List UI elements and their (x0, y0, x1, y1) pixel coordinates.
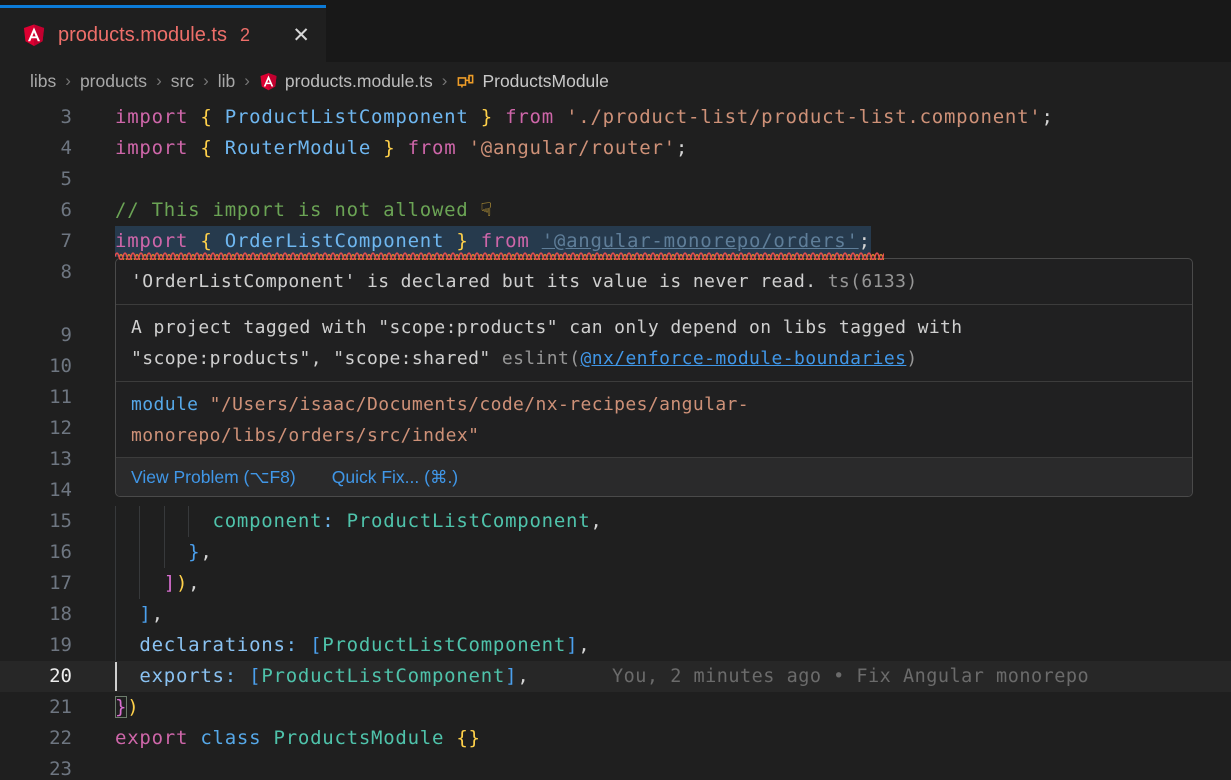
code-text: import { ProductListComponent } from './… (115, 102, 1054, 133)
tab-problem-badge: 2 (240, 25, 250, 46)
breadcrumb-item-src[interactable]: src (171, 71, 194, 92)
breadcrumb-item-products[interactable]: products (80, 71, 147, 92)
code-text: }, (115, 537, 213, 568)
error-squiggle (115, 252, 884, 260)
ts-diagnostic-message: 'OrderListComponent' is declared but its… (131, 271, 816, 292)
line-number-23: 23 (0, 754, 72, 780)
code-line-22[interactable]: export class ProductsModule {} (0, 723, 1231, 754)
code-line-15[interactable]: component: ProductListComponent, (0, 506, 1231, 537)
text-cursor (115, 662, 117, 691)
line-number-10: 10 (0, 351, 72, 382)
breadcrumb-label: src (171, 71, 194, 92)
module-path-line1: "/Users/isaac/Documents/code/nx-recipes/… (198, 394, 749, 415)
line-number-8: 8 (0, 257, 72, 288)
hover-popup: 'OrderListComponent' is declared but its… (115, 258, 1193, 497)
code-line-20[interactable]: exports: [ProductListComponent], You, 2 m… (0, 661, 1231, 692)
breadcrumb-label: lib (218, 71, 236, 92)
breadcrumb-label: products (80, 71, 147, 92)
view-problem-button[interactable]: View Problem (⌥F8) (131, 467, 296, 488)
hover-ts-diagnostic: 'OrderListComponent' is declared but its… (116, 259, 1192, 305)
line-number-7: 7 (0, 226, 72, 257)
code-text: declarations: [ProductListComponent], (115, 630, 590, 661)
git-blame-annotation: You, 2 minutes ago • Fix Angular monorep… (612, 661, 1089, 692)
eslint-message-line2: "scope:products", "scope:shared" (131, 348, 502, 369)
line-number-14: 14 (0, 475, 72, 506)
line-number-13: 13 (0, 444, 72, 475)
angular-icon (22, 23, 46, 47)
code-text: exports: [ProductListComponent], (115, 661, 530, 692)
breadcrumb-label: products.module.ts (285, 71, 433, 92)
eslint-message-line1: A project tagged with "scope:products" c… (131, 317, 963, 338)
code-line-23[interactable] (0, 754, 1231, 780)
code-line-5[interactable] (0, 164, 1231, 195)
code-line-16[interactable]: }, (0, 537, 1231, 568)
code-line-18[interactable]: ], (0, 599, 1231, 630)
tab-close-icon[interactable]: ✕ (292, 25, 310, 46)
angular-icon (259, 72, 278, 91)
code-text: component: ProductListComponent, (115, 506, 603, 537)
line-number-11: 11 (0, 382, 72, 413)
breadcrumb: libs › products › src › lib › products.module.t… (0, 62, 1231, 100)
module-keyword: module (131, 394, 198, 415)
breadcrumb-label: ProductsModule (482, 71, 608, 92)
breadcrumb-separator-icon: › (442, 71, 448, 91)
tab-title: products.module.ts (58, 24, 227, 47)
line-number-22: 22 (0, 723, 72, 754)
quick-fix-button[interactable]: Quick Fix... (⌘.) (332, 467, 458, 488)
breadcrumb-separator-icon: › (65, 71, 71, 91)
code-line-17[interactable]: ]), (0, 568, 1231, 599)
line-number-5: 5 (0, 164, 72, 195)
hover-action-bar: View Problem (⌥F8) Quick Fix... (⌘.) (116, 458, 1192, 496)
line-number-15: 15 (0, 506, 72, 537)
active-tab-indicator (0, 5, 326, 8)
hover-module-info: module "/Users/isaac/Documents/code/nx-r… (116, 382, 1192, 459)
line-number-18: 18 (0, 599, 72, 630)
code-line-6[interactable]: // This import is not allowed ☟ (0, 195, 1231, 226)
tab-products-module[interactable]: products.module.ts 2 ✕ (0, 5, 326, 62)
eslint-source-label: eslint( (502, 348, 581, 369)
breadcrumb-item-products-module-ts[interactable]: products.module.ts (259, 71, 433, 92)
breadcrumb-separator-icon: › (244, 71, 250, 91)
code-text: // This import is not allowed ☟ (115, 195, 493, 226)
code-line-19[interactable]: declarations: [ProductListComponent], (0, 630, 1231, 661)
code-text: ]), (115, 568, 200, 599)
module-path-line2: monorepo/libs/orders/src/index" (131, 425, 479, 446)
code-line-4[interactable]: import { RouterModule } from '@angular/r… (0, 133, 1231, 164)
breadcrumb-label: libs (30, 71, 56, 92)
code-text: import { RouterModule } from '@angular/r… (115, 133, 688, 164)
hover-eslint-diagnostic: A project tagged with "scope:products" c… (116, 305, 1192, 382)
line-number-3: 3 (0, 102, 72, 133)
code-line-3[interactable]: import { ProductListComponent } from './… (0, 102, 1231, 133)
line-number-20: 20 (0, 661, 72, 692)
code-text: ], (115, 599, 164, 630)
breadcrumb-item-productsmodule[interactable]: ProductsModule (456, 71, 608, 92)
breadcrumb-item-lib[interactable]: lib (218, 71, 236, 92)
line-number-4: 4 (0, 133, 72, 164)
breadcrumb-item-libs[interactable]: libs (30, 71, 56, 92)
line-number-17: 17 (0, 568, 72, 599)
code-text: }) (115, 692, 139, 723)
breadcrumb-separator-icon: › (156, 71, 162, 91)
tab-bar: products.module.ts 2 ✕ (0, 0, 1231, 62)
line-number-6: 6 (0, 195, 72, 226)
vscode-window: products.module.ts 2 ✕ libs › products › src… (0, 0, 1231, 780)
line-number-19: 19 (0, 630, 72, 661)
code-line-21[interactable]: }) (0, 692, 1231, 723)
line-number-9: 9 (0, 320, 72, 351)
line-number-16: 16 (0, 537, 72, 568)
line-number-21: 21 (0, 692, 72, 723)
line-number-12: 12 (0, 413, 72, 444)
eslint-rule-link[interactable]: @nx/enforce-module-boundaries (581, 348, 907, 369)
eslint-source-close-paren: ) (906, 348, 917, 369)
breadcrumb-separator-icon: › (203, 71, 209, 91)
ts-diagnostic-code: ts(6133) (816, 271, 917, 292)
code-line-7[interactable]: import { OrderListComponent } from '@ang… (0, 226, 1231, 257)
symbol-class-icon (456, 72, 475, 91)
code-text: export class ProductsModule {} (115, 723, 481, 754)
